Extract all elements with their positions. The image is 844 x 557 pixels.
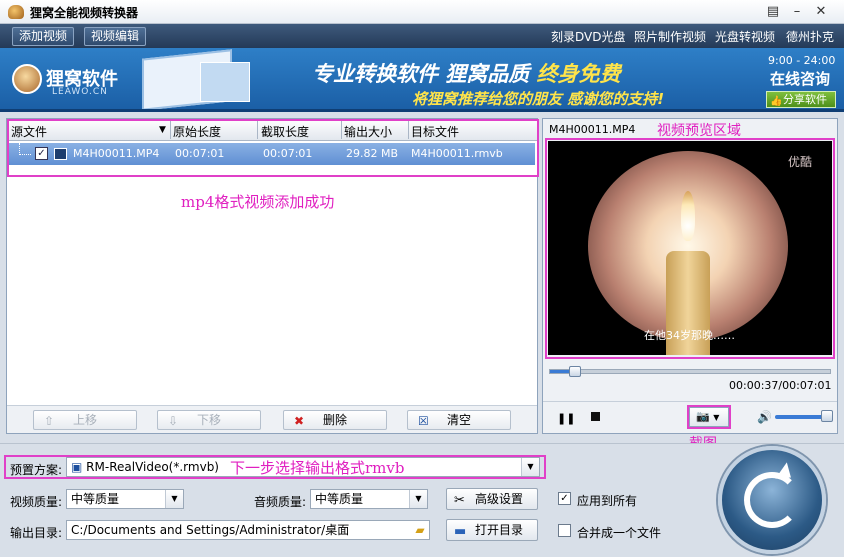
clear-label: 清空 <box>446 413 471 427</box>
title-bar: 狸窝全能视频转换器 ▤ – ✕ <box>0 0 844 24</box>
move-up-button[interactable]: ⇧ 上移 <box>33 410 137 430</box>
annotation-box-preview <box>545 138 835 359</box>
chevron-down-icon[interactable]: ▼ <box>165 490 183 508</box>
convert-button[interactable] <box>718 446 826 554</box>
preview-panel: M4H00011.MP4 视频预览区域 优酷 在他34岁那晚…… 00:00:3… <box>542 118 838 434</box>
annotation-preview-area: 视频预览区域 <box>657 123 741 139</box>
minimize-icon[interactable]: – <box>789 4 805 20</box>
banner-slogan-a: 专业转换软件 狸窝品质 <box>312 62 537 86</box>
list-button-bar: ⇧ 上移 ⇩ 下移 ✖ 删除 ☒ 清空 <box>7 405 537 433</box>
open-directory-button[interactable]: ▬ 打开目录 <box>446 519 538 541</box>
banner-slogan: 专业转换软件 狸窝品质 终身免费 <box>312 58 621 88</box>
tools-icon: ✂ <box>454 493 465 508</box>
advanced-settings-button[interactable]: ✂ 高级设置 <box>446 488 538 510</box>
player-controls: ❚❚ 📷 ▼ 🔊 <box>543 401 837 433</box>
photo-video-link[interactable]: 照片制作视频 <box>634 28 706 45</box>
output-dir-field[interactable]: C:/Documents and Settings/Administrator/… <box>66 520 430 540</box>
volume-icon[interactable]: 🔊 <box>757 410 772 424</box>
share-label: 分享软件 <box>783 93 827 106</box>
move-down-button[interactable]: ⇩ 下移 <box>157 410 261 430</box>
folder-icon: ▬ <box>454 524 467 539</box>
leawo-logo-icon <box>12 64 42 94</box>
annotation-box-snapshot <box>687 405 731 429</box>
advanced-settings-label: 高级设置 <box>475 492 524 506</box>
app-logo-icon <box>8 5 24 19</box>
disc-to-video-link[interactable]: 光盘转视频 <box>715 28 775 45</box>
arrow-up-icon: ⇧ <box>44 414 55 428</box>
banner-screen-art-2 <box>200 62 250 102</box>
share-software-button[interactable]: 👍 分享软件 <box>766 91 836 108</box>
playback-progress-bar[interactable] <box>549 366 831 377</box>
clear-button[interactable]: ☒ 清空 <box>407 410 511 430</box>
service-hours: 9:00 - 24:00 <box>768 54 836 67</box>
ad-banner[interactable]: 狸窝软件 LEAWO.CN 专业转换软件 狸窝品质 终身免费 将狸窝推荐给您的朋… <box>0 48 844 112</box>
open-directory-label: 打开目录 <box>475 523 524 537</box>
annotation-box-file-list <box>7 119 539 177</box>
delete-button[interactable]: ✖ 删除 <box>283 410 387 430</box>
video-quality-value: 中等质量 <box>71 492 120 506</box>
output-dir-value: C:/Documents and Settings/Administrator/… <box>71 523 350 537</box>
merge-label: 合并成一个文件 <box>577 526 662 540</box>
move-down-label: 下移 <box>196 413 221 427</box>
move-up-label: 上移 <box>72 413 97 427</box>
banner-slogan-b: 终身免费 <box>536 62 621 86</box>
arrow-down-icon: ⇩ <box>168 414 179 428</box>
toolbar: 添加视频 视频编辑 刻录DVD光盘 照片制作视频 光盘转视频 德州扑克 <box>0 24 844 48</box>
stop-icon[interactable] <box>591 412 600 421</box>
audio-quality-label: 音频质量: <box>254 495 307 509</box>
file-list-panel: 源文件 ▼ 原始长度 截取长度 输出大小 目标文件 ✓ M4H00011.MP4… <box>6 118 539 434</box>
audio-quality-value: 中等质量 <box>315 492 364 506</box>
playback-time: 00:00:37/00:07:01 <box>729 379 832 392</box>
merge-checkbox[interactable] <box>558 524 571 537</box>
audio-quality-select[interactable]: 中等质量 ▼ <box>310 489 428 509</box>
video-quality-label: 视频质量: <box>10 495 63 509</box>
delete-label: 删除 <box>322 413 347 427</box>
banner-logo-sub: LEAWO.CN <box>52 87 108 97</box>
annotation-file-added: mp4格式视频添加成功 <box>181 193 335 211</box>
apply-all-label: 应用到所有 <box>577 494 638 508</box>
close-icon[interactable]: ✕ <box>813 4 829 20</box>
share-icon: 👍 <box>770 96 783 107</box>
menu-icon[interactable]: ▤ <box>765 4 781 20</box>
refresh-icon <box>744 472 800 528</box>
edit-video-button[interactable]: 视频编辑 <box>84 27 147 46</box>
clear-list-icon: ☒ <box>418 414 429 428</box>
pause-icon[interactable]: ❚❚ <box>557 412 575 425</box>
online-consult-link[interactable]: 在线咨询 <box>770 68 830 89</box>
chevron-down-icon[interactable]: ▼ <box>409 490 427 508</box>
banner-slogan-2: 将狸窝推荐给您的朋友 感谢您的支持! <box>412 90 665 108</box>
volume-handle[interactable] <box>821 410 833 422</box>
output-dir-label: 输出目录: <box>10 526 63 540</box>
window-title: 狸窝全能视频转换器 <box>30 6 139 20</box>
apply-all-checkbox[interactable]: ✓ <box>558 492 571 505</box>
annotation-choose-format: 下一步选择输出格式rmvb <box>230 459 405 477</box>
folder-browse-icon[interactable]: ▰ <box>411 521 429 539</box>
preview-file-name: M4H00011.MP4 <box>549 123 636 136</box>
progress-handle[interactable] <box>569 366 581 377</box>
texas-poker-link[interactable]: 德州扑克 <box>786 28 834 45</box>
delete-x-icon: ✖ <box>294 414 305 428</box>
burn-dvd-link[interactable]: 刻录DVD光盘 <box>551 28 625 45</box>
add-video-button[interactable]: 添加视频 <box>12 27 75 46</box>
video-quality-select[interactable]: 中等质量 ▼ <box>66 489 184 509</box>
